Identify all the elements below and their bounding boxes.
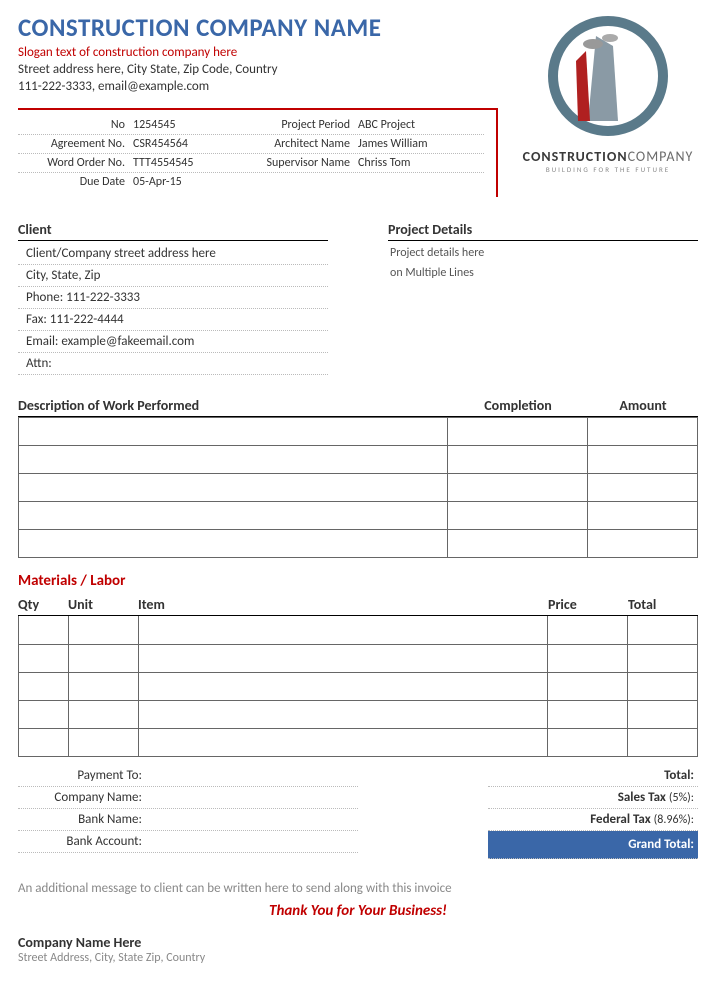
footer-address: Street Address, City, State Zip, Country (18, 951, 698, 965)
total-label: Total: (664, 768, 694, 783)
materials-header: Qty Unit Item Price Total (18, 594, 698, 616)
table-row (19, 728, 698, 756)
project-line2: on Multiple Lines (388, 263, 698, 283)
client-csz: City, State, Zip (18, 265, 328, 287)
qty-heading: Qty (18, 596, 68, 613)
item-heading: Item (138, 596, 548, 613)
thank-you: Thank You for Your Business! (18, 902, 698, 920)
work-header: Description of Work Performed Completion… (18, 397, 698, 417)
due-label: Due Date (18, 175, 133, 189)
work-amount-heading: Amount (588, 397, 698, 414)
agreement-value: CSR454564 (133, 137, 243, 151)
sales-tax-pct: (5%): (669, 791, 694, 805)
totals-section: Total: Sales Tax (5%): Federal Tax (8.96… (488, 765, 698, 859)
company-name-label: Company Name: (18, 790, 148, 805)
client-phone: Phone: 111-222-3333 (18, 287, 328, 309)
header: CONSTRUCTION COMPANY NAME Slogan text of… (18, 12, 698, 197)
table-row (19, 502, 698, 530)
supervisor-value: Chriss Tom (358, 156, 468, 170)
bank-account-label: Bank Account: (18, 834, 148, 849)
project-heading: Project Details (388, 221, 698, 241)
payment-section: Payment To: Company Name: Bank Name: Ban… (18, 765, 358, 859)
table-row (19, 672, 698, 700)
payment-to-label: Payment To: (18, 768, 148, 783)
project-info-box: No 1254545 Project Period ABC Project Ag… (18, 108, 498, 197)
client-fax: Fax: 111-222-4444 (18, 309, 328, 331)
architect-value: James William (358, 137, 468, 151)
federal-tax-pct: (8.96%): (654, 813, 694, 827)
work-completion-heading: Completion (448, 397, 588, 414)
grand-total-label: Grand Total: (488, 834, 698, 855)
total-heading: Total (628, 596, 698, 613)
client-email: Email: example@fakeemail.com (18, 331, 328, 353)
work-desc-heading: Description of Work Performed (18, 397, 448, 414)
bank-name-label: Bank Name: (18, 812, 148, 827)
additional-message: An additional message to client can be w… (18, 881, 698, 896)
no-value: 1254545 (133, 118, 243, 132)
table-row (19, 418, 698, 446)
unit-heading: Unit (68, 596, 138, 613)
period-value: ABC Project (358, 118, 468, 132)
logo-text: CONSTRUCTIONCOMPANY (518, 148, 698, 165)
table-row (19, 616, 698, 644)
client-heading: Client (18, 221, 328, 241)
federal-tax-label: Federal Tax (590, 812, 650, 827)
agreement-label: Agreement No. (18, 137, 133, 151)
work-table (18, 417, 698, 558)
logo: CONSTRUCTIONCOMPANY BUILDING FOR THE FUT… (518, 6, 698, 174)
project-details-panel: Project Details Project details here on … (388, 221, 698, 375)
materials-title: Materials / Labor (18, 572, 698, 590)
workorder-label: Word Order No. (18, 156, 133, 170)
client-panel: Client Client/Company street address her… (18, 221, 328, 375)
price-heading: Price (548, 596, 628, 613)
project-line1: Project details here (388, 243, 698, 263)
workorder-value: TTT4554545 (133, 156, 243, 170)
due-value: 05-Apr-15 (133, 175, 243, 189)
no-label: No (18, 118, 133, 132)
table-row (19, 446, 698, 474)
architect-label: Architect Name (243, 137, 358, 151)
table-row (19, 530, 698, 558)
table-row (19, 700, 698, 728)
period-label: Project Period (243, 118, 358, 132)
logo-tagline: BUILDING FOR THE FUTURE (518, 165, 698, 174)
logo-icon (538, 6, 678, 146)
client-attn: Attn: (18, 353, 328, 375)
supervisor-label: Supervisor Name (243, 156, 358, 170)
table-row (19, 644, 698, 672)
sales-tax-label: Sales Tax (618, 790, 666, 805)
footer-company-name: Company Name Here (18, 934, 698, 951)
materials-table (18, 616, 698, 757)
table-row (19, 474, 698, 502)
client-address: Client/Company street address here (18, 243, 328, 265)
